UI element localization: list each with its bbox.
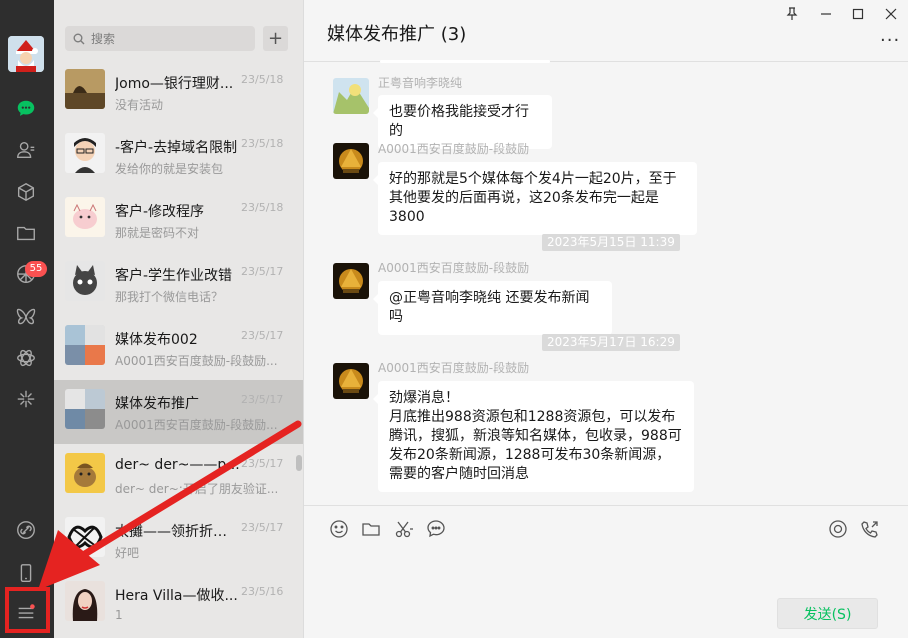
message-sender: A0001西安百度鼓励-段鼓励 xyxy=(378,142,530,156)
list-item[interactable]: 太攤——领折折试... 23/5/17 好吧 xyxy=(54,508,303,572)
search-placeholder: 搜索 xyxy=(91,32,116,46)
chat-history-icon[interactable] xyxy=(425,518,447,540)
phone-icon[interactable] xyxy=(13,560,39,586)
conversation-name: Jomo—银行理财... xyxy=(115,76,234,92)
add-button[interactable]: + xyxy=(263,26,288,51)
send-button[interactable]: 发送(S) xyxy=(777,598,878,629)
conversation-avatar xyxy=(65,517,105,557)
message-sender: A0001西安百度鼓励-段鼓励 xyxy=(378,261,530,275)
scissors-icon[interactable] xyxy=(393,518,415,540)
folder-icon[interactable] xyxy=(360,518,382,540)
unread-badge: 55 xyxy=(25,261,47,277)
message-bubble[interactable]: 好的那就是5个媒体每个发4片一起20片，至于其他要发的后面再说，这20条发布完一… xyxy=(373,162,697,235)
annotation-highlight-box xyxy=(5,587,50,633)
folder-icon[interactable] xyxy=(13,220,39,246)
conversation-preview: 好吧 xyxy=(115,546,140,560)
conversation-avatar xyxy=(65,453,105,493)
conversation-name: Hera Villa—做收... xyxy=(115,588,238,604)
message-sender: A0001西安百度鼓励-段鼓励 xyxy=(378,361,530,375)
conversation-name: 太攤——领折折试... xyxy=(115,524,240,540)
conversation-date: 23/5/17 xyxy=(241,521,284,534)
message-sender: 正粤音响李晓纯 xyxy=(378,76,463,90)
conversation-name: -客户-去掉域名限制 xyxy=(115,140,238,156)
conversation-preview: A0001西安百度鼓励-段鼓励... xyxy=(115,418,278,432)
conversation-date: 23/5/18 xyxy=(241,201,284,214)
sender-avatar[interactable] xyxy=(333,363,369,399)
emoji-icon[interactable] xyxy=(328,518,350,540)
conversation-date: 23/5/18 xyxy=(241,137,284,150)
search-icon xyxy=(73,33,85,44)
conversation-avatar xyxy=(65,581,105,621)
conversation-preview: 没有活动 xyxy=(115,98,164,112)
message-bubble[interactable]: 劲爆消息！ 月底推出988资源包和1288资源包，可以发布腾讯，搜狐，新浪等知名… xyxy=(373,381,694,492)
message-bubble[interactable]: @正粤音响李晓纯 还要发布新闻吗 xyxy=(373,281,612,335)
conversation-avatar xyxy=(65,197,105,237)
list-item[interactable]: Hera Villa—做收... 23/5/16 1 xyxy=(54,572,303,636)
list-item[interactable]: 客户-修改程序 23/5/18 那就是密码不对 xyxy=(54,188,303,252)
atom-icon[interactable] xyxy=(13,345,39,371)
conversation-name: der~ der~——p... xyxy=(115,457,240,473)
timestamp-divider: 2023年5月17日 16:29 xyxy=(542,334,680,351)
cube-icon[interactable] xyxy=(13,179,39,205)
conversation-preview: 发给你的就是安装包 xyxy=(115,162,224,176)
chat-icon[interactable] xyxy=(13,96,39,122)
live-icon[interactable] xyxy=(827,518,849,540)
list-item[interactable]: -客户-去掉域名限制 23/5/18 发给你的就是安装包 xyxy=(54,124,303,188)
conversation-avatar xyxy=(65,69,105,109)
input-area[interactable]: 发送(S) xyxy=(304,505,908,638)
chat-title: 媒体发布推广 (3) xyxy=(327,24,467,45)
maximize-button[interactable] xyxy=(848,4,868,24)
conversation-date: 23/5/18 xyxy=(241,73,284,86)
conversation-preview: 那就是密码不对 xyxy=(115,226,200,240)
conversation-name: 媒体发布002 xyxy=(115,332,198,348)
list-item[interactable]: 媒体发布002 23/5/17 A0001西安百度鼓励-段鼓励... xyxy=(54,316,303,380)
list-item[interactable]: der~ der~——p... 23/5/17 der~ der~:开启了朋友验… xyxy=(54,444,303,508)
conversation-avatar xyxy=(65,133,105,173)
voice-call-icon[interactable] xyxy=(859,518,881,540)
conversation-date: 23/5/17 xyxy=(241,265,284,278)
conversation-preview: der~ der~:开启了朋友验证... xyxy=(115,482,279,496)
conversation-name: 媒体发布推广 xyxy=(115,396,199,412)
conversation-name: 客户-修改程序 xyxy=(115,204,205,220)
chat-panel: 媒体发布推广 (3) ··· 正粤音响李晓纯 也要价格我能接受才行的 A0001… xyxy=(303,0,908,638)
pin-icon[interactable] xyxy=(782,4,802,24)
conversation-avatar xyxy=(65,261,105,301)
list-scrollbar[interactable] xyxy=(296,455,302,471)
chat-header: 媒体发布推广 (3) ··· xyxy=(304,0,908,62)
previous-message-edge xyxy=(380,60,550,63)
nav-rail: 55 xyxy=(0,0,54,638)
conversation-preview: 1 xyxy=(115,608,123,622)
minimize-button[interactable] xyxy=(816,4,836,24)
conversation-preview: A0001西安百度鼓励-段鼓励... xyxy=(115,354,278,368)
conversation-list: 搜索 + Jomo—银行理财... 23/5/18 没有活动 -客户-去掉域名限… xyxy=(54,0,303,638)
timestamp-divider: 2023年5月15日 11:39 xyxy=(542,234,680,251)
conversation-preview: 那我打个微信电话？ xyxy=(115,290,224,304)
sender-avatar[interactable] xyxy=(333,263,369,299)
list-item-active[interactable]: 媒体发布推广 23/5/17 A0001西安百度鼓励-段鼓励... xyxy=(54,380,303,444)
conversation-date: 23/5/17 xyxy=(241,393,284,406)
list-item[interactable]: 客户-学生作业改错 23/5/17 那我打个微信电话？ xyxy=(54,252,303,316)
conversation-avatar xyxy=(65,389,105,429)
sparkle-icon[interactable] xyxy=(13,386,39,412)
more-options-button[interactable]: ··· xyxy=(880,30,900,51)
user-avatar[interactable] xyxy=(8,36,44,72)
list-item[interactable]: Jomo—银行理财... 23/5/18 没有活动 xyxy=(54,60,303,124)
conversation-name: 客户-学生作业改错 xyxy=(115,268,233,284)
contacts-icon[interactable] xyxy=(13,137,39,163)
conversation-avatar xyxy=(65,325,105,365)
sender-avatar[interactable] xyxy=(333,78,369,114)
sender-avatar[interactable] xyxy=(333,143,369,179)
link-icon[interactable] xyxy=(13,517,39,543)
butterfly-icon[interactable] xyxy=(13,304,39,330)
search-input[interactable]: 搜索 xyxy=(65,26,255,51)
conversation-date: 23/5/16 xyxy=(241,585,284,598)
conversation-date: 23/5/17 xyxy=(241,457,284,470)
conversation-date: 23/5/17 xyxy=(241,329,284,342)
close-button[interactable] xyxy=(881,4,901,24)
